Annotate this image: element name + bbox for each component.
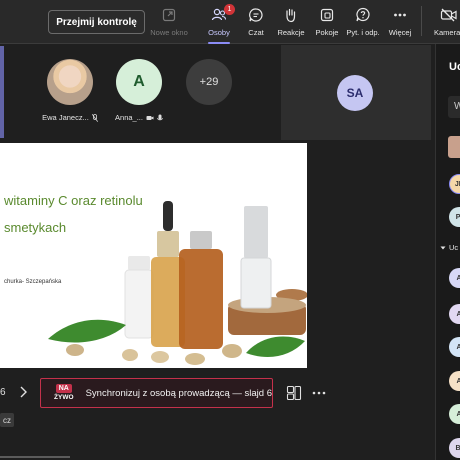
slide-page-number: 6 bbox=[0, 387, 6, 398]
panel-section-header[interactable]: Uc bbox=[440, 243, 458, 252]
live-badge-na: NA bbox=[55, 384, 72, 393]
qa-button[interactable]: Pyt. i odp. bbox=[345, 6, 381, 40]
panel-avatar[interactable]: Bl bbox=[449, 438, 460, 458]
people-count-badge: 1 bbox=[224, 4, 235, 15]
panel-photo bbox=[448, 136, 460, 158]
panel-avatar[interactable]: Pl bbox=[449, 207, 460, 227]
reactions-button[interactable]: Reakcje bbox=[275, 6, 307, 40]
panel-avatar[interactable]: A bbox=[449, 404, 460, 424]
new-window-label: Nowe okno bbox=[150, 28, 188, 37]
camera-off-icon bbox=[146, 115, 154, 120]
participant-name: Ewa Janecz... bbox=[42, 113, 89, 122]
people-side-panel: Uc W JL Pl Uc A A A A A Bl bbox=[435, 44, 460, 460]
more-dots-icon bbox=[391, 6, 409, 24]
rooms-button[interactable]: Pokoje bbox=[312, 6, 342, 40]
panel-avatar[interactable]: JL bbox=[449, 174, 460, 194]
rooms-icon bbox=[318, 6, 336, 24]
chat-icon bbox=[247, 6, 265, 24]
panel-avatar[interactable]: A bbox=[449, 268, 460, 288]
active-speaker-edge bbox=[0, 46, 4, 138]
participant-strip: Ewa Janecz... A Anna_... +29 bbox=[0, 45, 276, 140]
people-button[interactable]: 1 Osoby bbox=[204, 4, 235, 44]
presenter-avatar: SA bbox=[337, 75, 373, 111]
overflow-count: +29 bbox=[186, 59, 232, 105]
toolbar-divider bbox=[421, 6, 422, 36]
sync-text: Synchronizuj z osobą prowadzącą — slajd … bbox=[85, 387, 272, 399]
more-button[interactable]: Więcej bbox=[386, 6, 414, 40]
panel-avatar[interactable]: A bbox=[449, 337, 460, 357]
shared-presentation-slide: witaminy C oraz retinolu smetykach churk… bbox=[0, 143, 307, 368]
meeting-toolbar: Przejmij kontrolę Nowe okno 1 Osoby Czat bbox=[0, 0, 460, 44]
participant-name: Anna_... bbox=[115, 113, 143, 122]
raise-hand-icon bbox=[282, 6, 300, 24]
panel-section-label: Uc bbox=[449, 243, 459, 252]
mic-icon bbox=[157, 114, 163, 120]
question-icon bbox=[354, 6, 372, 24]
chevron-down-icon bbox=[440, 246, 446, 249]
panel-search-input[interactable]: W bbox=[448, 96, 460, 118]
participant-avatar: A bbox=[116, 59, 162, 105]
slide-thumbnails-icon[interactable] bbox=[286, 385, 302, 401]
active-tab-indicator bbox=[208, 42, 230, 44]
participant-tile[interactable]: Ewa Janecz... bbox=[40, 59, 100, 122]
chat-label: Czat bbox=[248, 28, 264, 37]
reactions-label: Reakcje bbox=[277, 28, 305, 37]
panel-title: Uc bbox=[449, 61, 460, 73]
take-control-button[interactable]: Przejmij kontrolę bbox=[48, 10, 145, 34]
more-label: Więcej bbox=[388, 28, 412, 37]
camera-off-icon bbox=[440, 6, 458, 24]
new-window-button[interactable]: Nowe okno bbox=[149, 6, 189, 40]
pop-out-icon bbox=[160, 6, 178, 24]
participant-name-row: Ewa Janecz... bbox=[40, 113, 100, 122]
sync-with-presenter-button[interactable]: NA ŻYWO Synchronizuj z osobą prowadzącą … bbox=[40, 378, 273, 408]
camera-button[interactable]: Kamera bbox=[430, 6, 460, 40]
camera-label: Kamera bbox=[434, 28, 460, 37]
bottom-scroll-indicator bbox=[0, 456, 70, 458]
next-slide-chevron-icon[interactable] bbox=[18, 385, 28, 399]
chat-button[interactable]: Czat bbox=[241, 6, 271, 40]
more-options-icon[interactable] bbox=[311, 385, 327, 401]
presentation-controls: 6 NA ŻYWO Synchronizuj z osobą prowadząc… bbox=[0, 371, 434, 415]
mic-off-icon bbox=[91, 113, 98, 122]
rooms-label: Pokoje bbox=[315, 28, 339, 37]
panel-avatar[interactable]: A bbox=[449, 304, 460, 324]
cosmetic-bottles-image bbox=[48, 201, 307, 365]
presenter-tile[interactable]: SA bbox=[281, 45, 431, 140]
panel-avatar[interactable]: A bbox=[449, 371, 460, 391]
live-badge: NA ŻYWO bbox=[52, 383, 76, 403]
participant-name-row: Anna_... bbox=[109, 113, 169, 122]
caption-tag: cz bbox=[0, 413, 14, 427]
participant-tile[interactable]: A Anna_... bbox=[109, 59, 169, 122]
more-participants-tile[interactable]: +29 bbox=[179, 59, 239, 105]
teams-meeting-window: Przejmij kontrolę Nowe okno 1 Osoby Czat bbox=[0, 0, 460, 460]
participant-photo-avatar bbox=[47, 59, 93, 105]
live-badge-zywo: ŻYWO bbox=[54, 394, 74, 401]
people-label: Osoby bbox=[208, 28, 230, 37]
qa-label: Pyt. i odp. bbox=[346, 28, 380, 37]
